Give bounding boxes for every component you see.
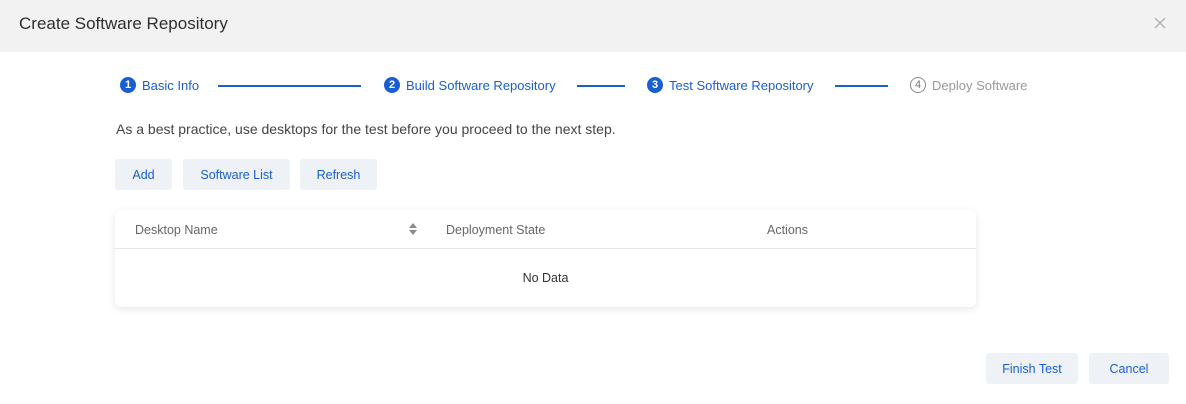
column-header-desktop-name: Desktop Name: [135, 223, 218, 237]
software-list-button[interactable]: Software List: [183, 159, 290, 190]
step-connector: [835, 85, 888, 87]
sort-icon[interactable]: [408, 222, 418, 236]
step-connector: [577, 85, 625, 87]
step-deploy-software: 4 Deploy Software: [910, 77, 1027, 93]
table-header: Desktop Name Deployment State Actions: [115, 210, 976, 249]
empty-state-text: No Data: [522, 271, 569, 285]
test-hint-text: As a best practice, use desktops for the…: [116, 121, 616, 137]
add-button[interactable]: Add: [115, 159, 172, 190]
step-number-badge: 2: [384, 77, 400, 93]
column-header-actions: Actions: [767, 223, 808, 237]
cancel-button[interactable]: Cancel: [1089, 353, 1169, 384]
step-number-badge: 3: [647, 77, 663, 93]
step-connector: [218, 85, 361, 87]
refresh-button[interactable]: Refresh: [300, 159, 377, 190]
step-basic-info[interactable]: 1 Basic Info: [120, 77, 199, 93]
step-label: Test Software Repository: [669, 77, 814, 93]
close-icon[interactable]: [1152, 15, 1168, 31]
dialog-title: Create Software Repository: [19, 14, 228, 33]
dialog-header: Create Software Repository: [0, 0, 1186, 52]
column-header-deployment-state: Deployment State: [446, 223, 546, 237]
step-test-software-repository[interactable]: 3 Test Software Repository: [647, 77, 814, 93]
step-number-badge: 4: [910, 77, 926, 93]
step-build-software-repository[interactable]: 2 Build Software Repository: [384, 77, 556, 93]
step-label: Deploy Software: [932, 77, 1028, 93]
step-label: Basic Info: [142, 77, 200, 93]
finish-test-button[interactable]: Finish Test: [986, 353, 1078, 384]
step-label: Build Software Repository: [406, 77, 556, 93]
desktop-table: Desktop Name Deployment State Actions No…: [115, 210, 976, 307]
step-number-badge: 1: [120, 77, 136, 93]
